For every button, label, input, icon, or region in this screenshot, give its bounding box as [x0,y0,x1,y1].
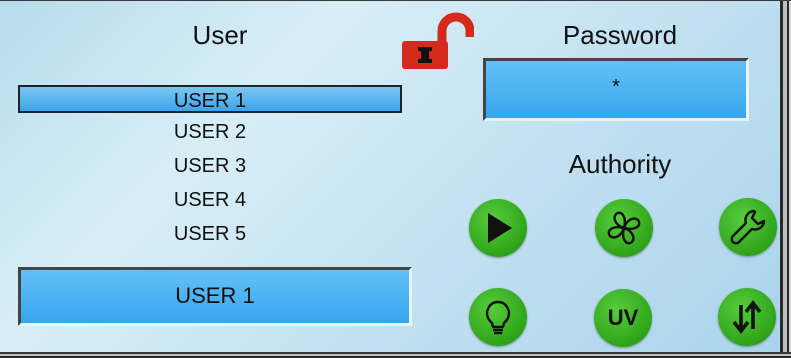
wrench-icon [730,209,766,245]
user-list-item[interactable]: USER 5 [18,218,402,252]
fan-icon [607,211,641,245]
lightbulb-icon [485,300,511,335]
unlocked-padlock-icon[interactable] [398,11,475,71]
uv-icon: UV [607,305,639,330]
user-list-item[interactable]: USER 1 [18,85,402,113]
password-title: Password [562,20,678,50]
user-list: USER 1 USER 2 USER 3 USER 4 USER 5 [18,82,402,252]
authority-uv-button[interactable]: UV [594,289,652,347]
screen-frame-right [780,1,791,358]
authority-fan-button[interactable] [595,199,653,257]
password-field[interactable]: * [483,58,749,121]
play-icon [488,213,512,243]
authority-title: Authority [568,149,672,179]
user-title: User [192,20,248,50]
login-screen: User Password USER 1 USER 2 USER 3 USER … [0,0,791,358]
screen-frame-bottom [0,352,791,358]
user-list-item[interactable]: USER 4 [18,184,402,218]
authority-service-button[interactable] [719,198,777,256]
selected-user-field[interactable]: USER 1 [18,267,412,326]
authority-light-button[interactable] [469,288,527,346]
authority-run-button[interactable] [469,199,527,257]
authority-sort-button[interactable] [718,288,776,346]
sort-arrows-icon [732,300,762,334]
user-list-item[interactable]: USER 2 [18,116,402,150]
user-list-item[interactable]: USER 3 [18,150,402,184]
